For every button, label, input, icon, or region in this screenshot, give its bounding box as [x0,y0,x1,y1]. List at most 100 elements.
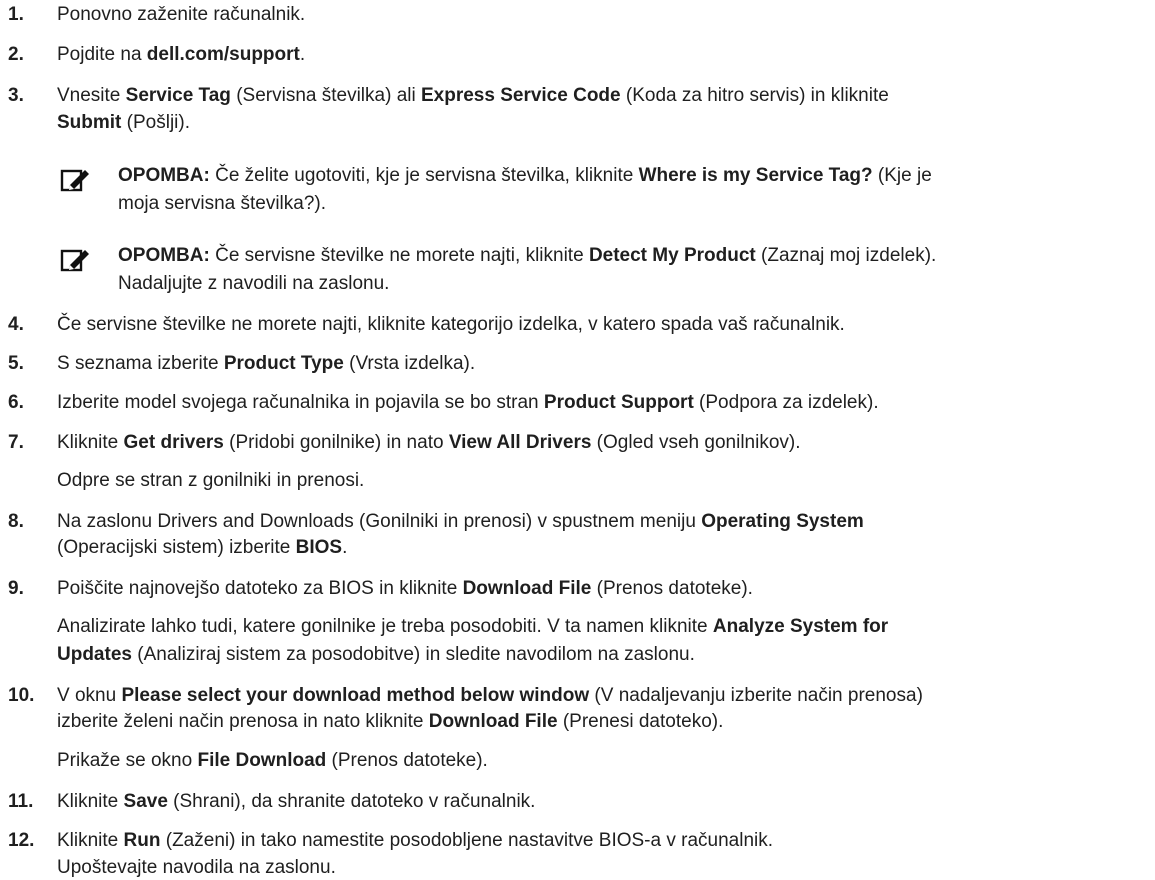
step-text-continued: Odpre se stran z gonilniki in prenosi. [57,469,364,493]
text-segment: (Operacijski sistem) izberite [57,537,296,558]
text-segment: Prikaže se okno [57,750,198,771]
text-segment: (Podpora za izdelek). [693,392,879,413]
note-pencil-icon [60,249,89,272]
step-number: 11. [8,791,34,812]
text-segment: Izberite model svojega računalnika in po… [57,392,544,413]
text-segment: Če želite ugotoviti, kje je servisna šte… [209,165,639,186]
bold-term: Updates [57,644,132,665]
bold-term: Download File [462,578,592,599]
step-number: 12. [8,830,35,851]
step-number: 10. [8,685,35,706]
step-text: Na zaslonu Drivers and Downloads (Goniln… [57,510,864,534]
bold-term: File Download [197,750,327,771]
step-text: Vnesite Service Tag (Servisna številka) … [57,84,889,108]
note-pencil-icon [60,169,89,192]
text-segment: (Koda za hitro servis) in kliknite [620,85,889,106]
text-segment: Na zaslonu Drivers and Downloads (Goniln… [57,511,702,532]
bold-term: Download File [428,711,558,732]
text-segment: . [342,537,348,558]
bold-term: dell.com/support [146,44,300,65]
text-segment: Ponovno zaženite računalnik. [57,4,306,25]
text-segment: V oknu [57,685,122,706]
bold-term: Run [123,830,161,851]
step-text: Pojdite na dell.com/support. [57,43,305,67]
text-segment: Kliknite [57,791,124,812]
text-segment: (Ogled vseh gonilnikov). [591,432,801,453]
text-segment: Kliknite [57,432,124,453]
text-segment: . [299,44,306,65]
text-segment: (Kje je [872,165,932,186]
text-segment: Če servisne številke ne morete najti, kl… [209,245,589,266]
step-number: 3. [8,85,24,106]
bold-term: Where is my Service Tag? [638,165,873,186]
step-text: V oknu Please select your download metho… [57,684,923,708]
text-segment: (Prenos datoteke). [326,750,488,771]
bold-term: Product Support [543,392,694,413]
text-segment: Upoštevajte navodila na zaslonu. [57,857,336,878]
step-number: 1. [8,4,24,25]
step-text: Kliknite Save (Shrani), da shranite dato… [57,790,535,814]
step-text-continued: (Operacijski sistem) izberite BIOS. [57,536,347,560]
text-segment: Vnesite [57,85,126,106]
bold-term: Analyze System for [712,616,889,637]
bold-term: BIOS [295,537,343,558]
step-text-continued: Submit (Pošlji). [57,111,190,135]
step-number: 2. [8,44,24,65]
step-text-continued: Upoštevajte navodila na zaslonu. [57,856,336,880]
note-text-continued: moja servisna številka?). [118,192,326,216]
bold-term: Operating System [701,511,864,532]
step-text-continued: izberite želeni način prenosa in nato kl… [57,710,723,734]
bold-term: Get drivers [123,432,224,453]
step-text: Izberite model svojega računalnika in po… [57,391,879,415]
text-segment: S seznama izberite [57,353,224,374]
bold-term: Product Type [223,353,344,374]
bold-term: Save [123,791,168,812]
text-segment: (Pridobi gonilnike) in nato [223,432,449,453]
text-segment: (Prenos datoteke). [591,578,753,599]
bold-term: Express Service Code [420,85,621,106]
step-text: Če servisne številke ne morete najti, kl… [57,313,845,337]
text-segment: Poiščite najnovejšo datoteko za BIOS in … [57,578,463,599]
text-segment: Če servisne številke ne morete najti, kl… [57,314,845,335]
text-segment: (Prenesi datoteko). [557,711,724,732]
text-segment: (Zaznaj moj izdelek). [755,245,937,266]
text-segment: Kliknite [57,830,124,851]
text-segment: Analizirate lahko tudi, katere gonilnike… [57,616,713,637]
step-text-continued: Updates (Analiziraj sistem za posodobitv… [57,643,695,667]
note-text: OPOMBA: Če servisne številke ne morete n… [118,244,936,268]
note-text: OPOMBA: Če želite ugotoviti, kje je serv… [118,164,932,188]
step-text-continued: Analizirate lahko tudi, katere gonilnike… [57,615,888,639]
bold-term: View All Drivers [448,432,592,453]
text-segment: (Analiziraj sistem za posodobitve) in sl… [131,644,695,665]
text-segment: moja servisna številka?). [118,193,327,214]
step-text: Poiščite najnovejšo datoteko za BIOS in … [57,577,753,601]
step-number: 5. [8,353,24,374]
bold-term: Please select your download method below… [121,685,590,706]
step-text: S seznama izberite Product Type (Vrsta i… [57,352,475,376]
bold-term: Detect My Product [588,245,756,266]
text-segment: (Shrani), da shranite datoteko v računal… [167,791,536,812]
bold-term: OPOMBA: [118,245,210,266]
step-text: Ponovno zaženite računalnik. [57,3,305,27]
step-number: 7. [8,432,24,453]
text-segment: (Pošlji). [121,112,191,133]
text-segment: Odpre se stran z gonilniki in prenosi. [57,470,365,491]
text-segment: (V nadaljevanju izberite način prenosa) [589,685,923,706]
text-segment: Nadaljujte z navodili na zaslonu. [118,273,390,294]
text-segment: izberite želeni način prenosa in nato kl… [57,711,429,732]
step-text: Kliknite Run (Zaženi) in tako namestite … [57,829,773,853]
text-segment: (Vrsta izdelka). [343,353,476,374]
bold-term: Service Tag [125,85,231,106]
step-number: 4. [8,314,24,335]
step-text: Kliknite Get drivers (Pridobi gonilnike)… [57,431,801,455]
bold-term: OPOMBA: [118,165,210,186]
step-number: 6. [8,392,24,413]
step-number: 8. [8,511,24,532]
bold-term: Submit [57,112,122,133]
text-segment: (Servisna številka) ali [230,85,421,106]
step-text-continued: Prikaže se okno File Download (Prenos da… [57,749,488,773]
step-number: 9. [8,578,24,599]
text-segment: Pojdite na [57,44,147,65]
text-segment: (Zaženi) in tako namestite posodobljene … [160,830,774,851]
note-text-continued: Nadaljujte z navodili na zaslonu. [118,272,389,296]
